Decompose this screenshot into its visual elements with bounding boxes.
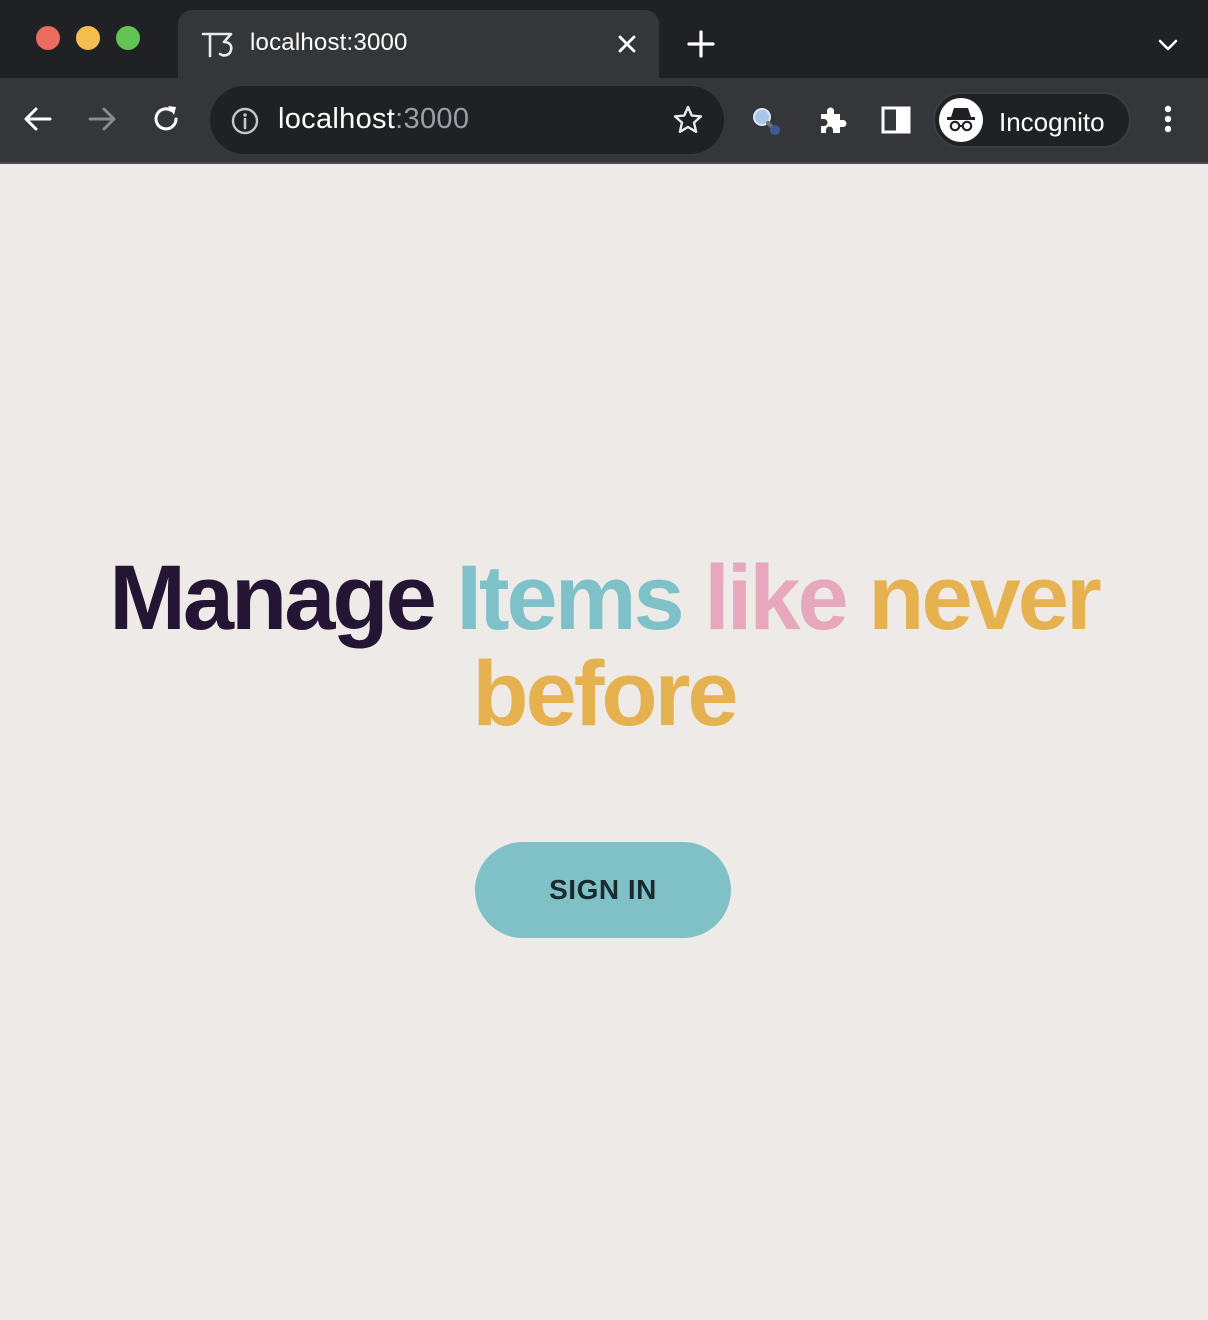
browser-toolbar: localhost:3000 Incognito — [0, 78, 1208, 164]
url-host: localhost — [278, 103, 396, 135]
sign-in-button[interactable]: SIGN IN — [475, 842, 731, 938]
headline-word-never: never — [868, 547, 1101, 649]
address-bar[interactable]: localhost:3000 — [210, 86, 724, 154]
headline-word-items: Items — [456, 547, 684, 649]
site-info-icon[interactable] — [230, 106, 260, 136]
back-arrow-icon[interactable] — [21, 102, 55, 136]
tab-close-icon[interactable] — [615, 32, 639, 56]
extension-magnifier-icon[interactable] — [749, 104, 785, 140]
browser-tabstrip: localhost:3000 — [0, 0, 1208, 78]
more-menu-icon[interactable] — [1152, 102, 1186, 136]
tab-title: localhost:3000 — [250, 29, 408, 56]
reload-icon[interactable] — [149, 102, 183, 136]
incognito-icon — [939, 98, 983, 142]
hero-headline: Manage Items like never before — [0, 550, 1208, 742]
side-panel-icon[interactable] — [879, 103, 913, 137]
profile-incognito-chip[interactable]: Incognito — [933, 92, 1131, 148]
profile-label: Incognito — [999, 107, 1105, 137]
page-viewport: Manage Items like never before SIGN IN — [0, 164, 1208, 1320]
bookmark-star-icon[interactable] — [672, 104, 704, 136]
forward-arrow-icon[interactable] — [85, 102, 119, 136]
window-minimize-button[interactable] — [76, 26, 100, 50]
browser-tab-active[interactable]: localhost:3000 — [178, 10, 659, 78]
url-text: localhost:3000 — [278, 103, 469, 136]
extensions-puzzle-icon[interactable] — [815, 103, 849, 137]
url-port: :3000 — [395, 103, 470, 135]
new-tab-icon[interactable] — [686, 29, 716, 59]
headline-word-like: like — [704, 547, 848, 649]
headline-word-before: before — [472, 643, 738, 745]
window-maximize-button[interactable] — [116, 26, 140, 50]
t3-logo-icon — [201, 32, 233, 58]
tab-search-chevron-icon[interactable] — [1155, 32, 1181, 58]
window-close-button[interactable] — [36, 26, 60, 50]
headline-word-manage: Manage — [109, 547, 437, 649]
